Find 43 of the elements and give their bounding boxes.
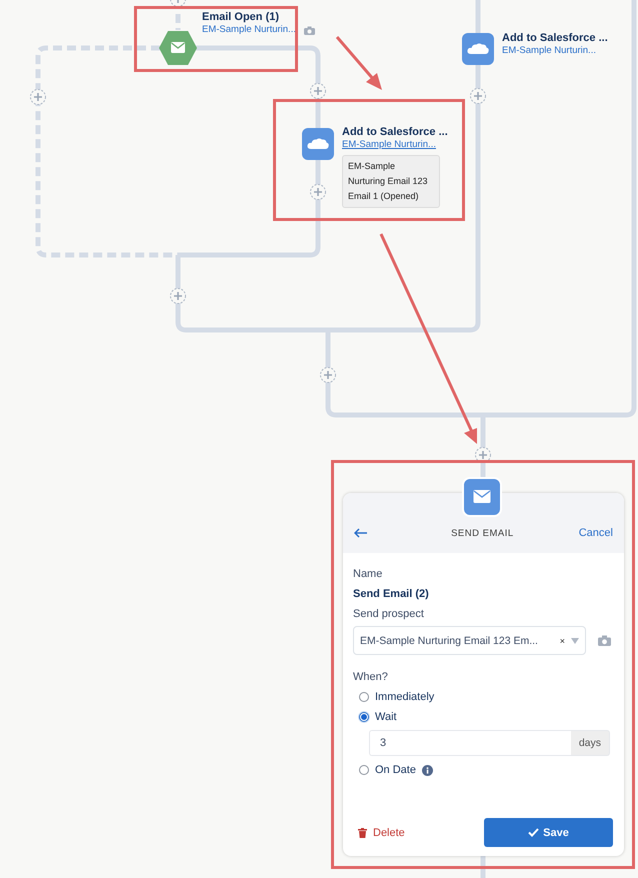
radio-button[interactable] [359, 765, 369, 775]
radio-button[interactable] [359, 692, 369, 702]
detail-text: Email 1 (Opened) [348, 190, 420, 203]
back-arrow-icon[interactable] [354, 528, 368, 538]
email-template-select[interactable]: EM-Sample Nurturing Email 123 Em... × [353, 626, 586, 655]
template-link[interactable]: EM-Sample Nurturin... [502, 45, 596, 57]
option-label: Immediately [375, 691, 434, 703]
envelope-icon[interactable] [159, 31, 197, 65]
cloud-icon[interactable] [302, 128, 334, 160]
add-step-icon[interactable] [170, 288, 186, 304]
add-step-icon[interactable] [470, 88, 486, 104]
add-step-icon[interactable] [170, 0, 186, 7]
arrow [336, 36, 382, 90]
template-link[interactable]: EM-Sample Nurturin... [342, 139, 436, 151]
field-label: When? [353, 670, 389, 685]
info-icon[interactable] [422, 764, 433, 776]
editor-title: SEND EMAIL [451, 528, 514, 538]
cancel-link[interactable]: Cancel [578, 527, 613, 539]
camera-icon[interactable] [598, 635, 611, 646]
add-step-icon[interactable] [310, 184, 326, 200]
add-step-icon[interactable] [30, 89, 46, 105]
option-label: Wait [375, 711, 397, 723]
option-label: On Date [375, 764, 416, 776]
add-step-icon[interactable] [310, 83, 326, 99]
delete-button[interactable]: Delete [358, 826, 405, 838]
step-title: Add to Salesforce ... [342, 125, 448, 139]
cloud-icon[interactable] [462, 33, 494, 65]
trash-icon [358, 828, 367, 838]
step-title: Email Open (1) [202, 10, 280, 24]
step-title: Add to Salesforce ... [502, 31, 608, 45]
field-label: Send prospect [353, 607, 425, 622]
camera-icon[interactable] [304, 26, 315, 34]
detail-text: Nurturing Email 123 [348, 175, 429, 188]
field-label: Name [353, 567, 384, 582]
step-name: Send Email (2) [353, 587, 430, 602]
add-step-icon[interactable] [475, 447, 491, 463]
add-step-icon[interactable] [320, 367, 336, 383]
save-button[interactable]: Save [484, 818, 613, 847]
radio-button[interactable] [359, 712, 369, 722]
template-link[interactable]: EM-Sample Nurturin... [202, 24, 296, 36]
detail-text: EM-Sample [348, 160, 396, 173]
dropdown-caret-icon [571, 638, 579, 644]
checkmark-icon [528, 828, 540, 837]
